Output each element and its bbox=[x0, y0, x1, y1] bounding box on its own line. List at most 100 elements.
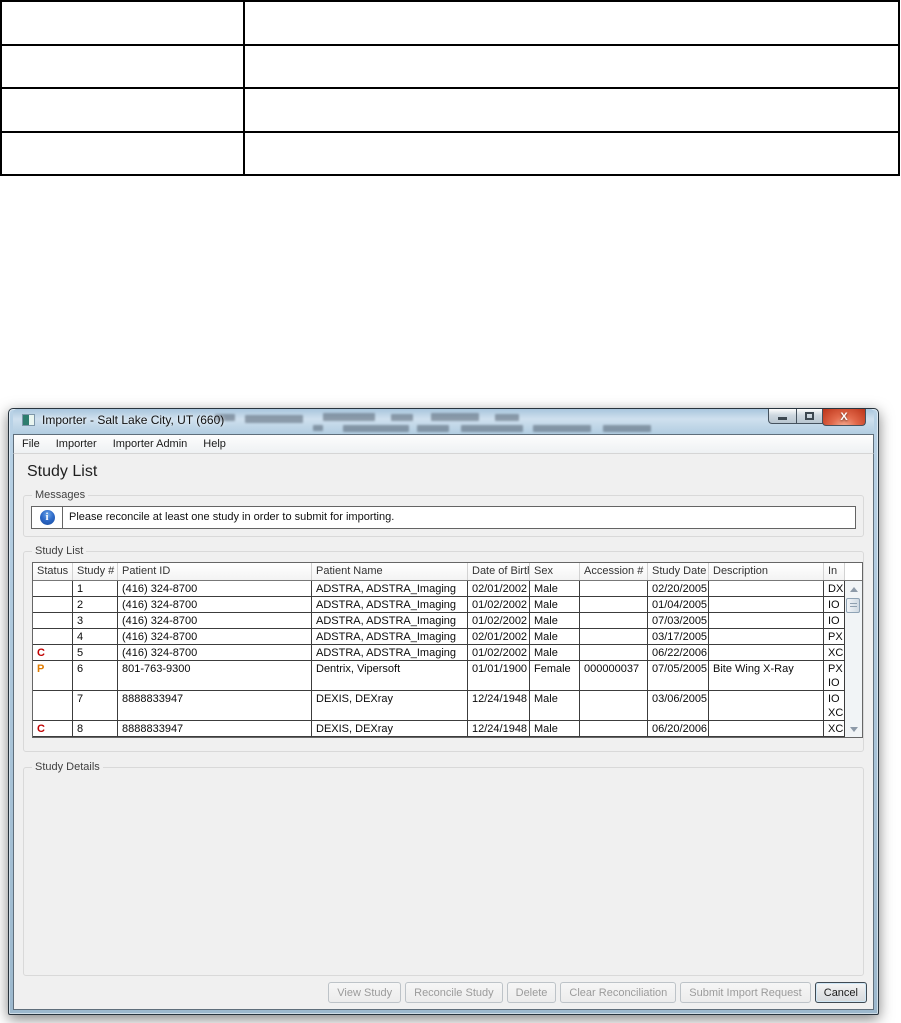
column-header-accession[interactable]: Accession # bbox=[580, 563, 648, 580]
scrollbar-down-icon bbox=[849, 726, 858, 732]
maximize-button[interactable] bbox=[796, 409, 823, 424]
message-bar: i Please reconcile at least one study in… bbox=[31, 506, 856, 529]
grid-main: Status Study # Patient ID Patient Name Date … bbox=[33, 563, 845, 737]
grid-row-study-4[interactable]: 4 (416) 324-8700 ADSTRA, ADSTRA_Imaging 02/… bbox=[33, 629, 845, 645]
grid-cell-patient_id: 801-763-9300 bbox=[118, 661, 312, 690]
grid-cell-patient_name: DEXIS, DEXray bbox=[312, 691, 468, 720]
scrollbar-up-button[interactable] bbox=[845, 582, 862, 596]
grid-cell-study_date: 03/17/2005 bbox=[648, 629, 709, 644]
grid-cell-status bbox=[33, 613, 73, 628]
grid-cell-patient_id: (416) 324-8700 bbox=[118, 629, 312, 644]
document-table-row bbox=[0, 43, 900, 89]
grid-cell-sex: Male bbox=[530, 721, 580, 736]
scrollbar-thumb[interactable] bbox=[846, 598, 860, 613]
grid-cell-study_date: 03/06/2005 bbox=[648, 691, 709, 720]
grid-cell-patient_name: ADSTRA, ADSTRA_Imaging bbox=[312, 645, 468, 660]
menu-item-importer[interactable]: Importer bbox=[48, 435, 105, 453]
grid-cell-study_num: 3 bbox=[73, 613, 118, 628]
grid-cell-dob: 02/01/2002 bbox=[468, 581, 530, 596]
column-header-description[interactable]: Description bbox=[709, 563, 824, 580]
grid-cell-status: P bbox=[33, 661, 73, 690]
column-header-in[interactable]: In bbox=[824, 563, 845, 580]
grid-row-study-7[interactable]: 7 8888833947 DEXIS, DEXray 12/24/1948 Male 03… bbox=[33, 691, 845, 721]
menu-item-help[interactable]: Help bbox=[195, 435, 234, 453]
grid-cell-patient_id: (416) 324-8700 bbox=[118, 581, 312, 596]
document-table-cell bbox=[0, 87, 245, 133]
study-details-group: Study Details bbox=[23, 761, 864, 976]
titlebar-blur-artifact bbox=[313, 425, 323, 431]
grid-cell-in: PX IO bbox=[824, 661, 845, 690]
titlebar-blur-artifact bbox=[245, 415, 303, 423]
grid-cell-study_num: 8 bbox=[73, 721, 118, 736]
clear-reconciliation-button[interactable]: Clear Reconciliation bbox=[560, 982, 677, 1003]
grid-row-study-6[interactable]: P 6 801-763-9300 Dentrix, Vipersoft 01/01/19… bbox=[33, 661, 845, 691]
scrollbar-header-spacer bbox=[845, 563, 862, 581]
grid-cell-sex: Male bbox=[530, 613, 580, 628]
document-table-cell bbox=[243, 130, 900, 176]
menu-item-file[interactable]: File bbox=[14, 435, 48, 453]
column-header-study-date[interactable]: Study Date bbox=[648, 563, 709, 580]
grid-cell-description bbox=[709, 645, 824, 660]
grid-cell-in: XC bbox=[824, 645, 845, 660]
document-table-row bbox=[0, 0, 900, 46]
titlebar[interactable]: Importer - Salt Lake City, UT (660) X bbox=[13, 409, 874, 434]
titlebar-blur-artifact bbox=[431, 413, 479, 421]
column-header-date-of-birth[interactable]: Date of Birth bbox=[468, 563, 530, 580]
grid-cell-patient_name: Dentrix, Vipersoft bbox=[312, 661, 468, 690]
grid-row-study-3[interactable]: 3 (416) 324-8700 ADSTRA, ADSTRA_Imaging 01/… bbox=[33, 613, 845, 629]
view-study-button[interactable]: View Study bbox=[328, 982, 402, 1003]
document-table-cell bbox=[243, 87, 900, 133]
app-icon bbox=[22, 414, 35, 426]
vertical-scrollbar[interactable] bbox=[845, 563, 862, 737]
page-title: Study List bbox=[27, 463, 98, 480]
document-table-cell bbox=[243, 43, 900, 89]
message-icon-cell: i bbox=[32, 507, 63, 528]
reconcile-study-button[interactable]: Reconcile Study bbox=[405, 982, 503, 1003]
grid-cell-accession bbox=[580, 629, 648, 644]
grid-cell-study_num: 4 bbox=[73, 629, 118, 644]
close-button[interactable]: X bbox=[822, 409, 866, 426]
grid-row-study-2[interactable]: 2 (416) 324-8700 ADSTRA, ADSTRA_Imaging 01/… bbox=[33, 597, 845, 613]
grid-row-study-8[interactable]: C 8 8888833947 DEXIS, DEXray 12/24/1948 Male 0… bbox=[33, 721, 845, 737]
grid-cell-patient_id: (416) 324-8700 bbox=[118, 597, 312, 612]
grid-cell-in: DX bbox=[824, 581, 845, 596]
grid-row-study-1[interactable]: 1 (416) 324-8700 ADSTRA, ADSTRA_Imaging 02/… bbox=[33, 581, 845, 597]
grid-cell-accession bbox=[580, 721, 648, 736]
grid-cell-sex: Male bbox=[530, 597, 580, 612]
grid-row-study-5[interactable]: C 5 (416) 324-8700 ADSTRA, ADSTRA_Imaging 01… bbox=[33, 645, 845, 661]
column-header-study[interactable]: Study # bbox=[73, 563, 118, 580]
grid-cell-dob: 01/01/1900 bbox=[468, 661, 530, 690]
titlebar-blur-artifact bbox=[391, 414, 413, 421]
info-icon: i bbox=[39, 510, 55, 525]
cancel-button[interactable]: Cancel bbox=[814, 982, 867, 1003]
grid-cell-accession bbox=[580, 691, 648, 720]
grid-cell-in: PX bbox=[824, 629, 845, 644]
column-header-patient-id[interactable]: Patient ID bbox=[118, 563, 312, 580]
grid-cell-study_num: 6 bbox=[73, 661, 118, 690]
grid-cell-accession bbox=[580, 581, 648, 596]
scrollbar-down-button[interactable] bbox=[845, 722, 862, 736]
grid-cell-study_date: 07/03/2005 bbox=[648, 613, 709, 628]
grid-cell-accession bbox=[580, 645, 648, 660]
grid-cell-patient_name: ADSTRA, ADSTRA_Imaging bbox=[312, 597, 468, 612]
titlebar-blur-artifact bbox=[533, 425, 591, 432]
submit-import-request-button[interactable]: Submit Import Request bbox=[680, 982, 811, 1003]
minimize-button[interactable] bbox=[768, 409, 797, 424]
grid-cell-in: IO XC bbox=[824, 691, 845, 720]
scrollbar-track[interactable] bbox=[845, 581, 862, 737]
column-header-sex[interactable]: Sex bbox=[530, 563, 580, 580]
maximize-icon bbox=[805, 412, 814, 420]
grid-cell-accession bbox=[580, 613, 648, 628]
menu-item-importer-admin[interactable]: Importer Admin bbox=[105, 435, 196, 453]
document-table-row bbox=[0, 130, 900, 176]
column-header-patient-name[interactable]: Patient Name bbox=[312, 563, 468, 580]
titlebar-blur-artifact bbox=[603, 425, 651, 432]
titlebar-blur-artifact bbox=[343, 425, 409, 432]
column-header-status[interactable]: Status bbox=[33, 563, 73, 580]
grid-cell-patient_name: ADSTRA, ADSTRA_Imaging bbox=[312, 629, 468, 644]
messages-group-label: Messages bbox=[32, 489, 89, 501]
titlebar-blur-artifact bbox=[461, 425, 523, 432]
delete-button[interactable]: Delete bbox=[506, 982, 557, 1003]
grid-cell-status: C bbox=[33, 645, 73, 660]
grid-cell-sex: Male bbox=[530, 691, 580, 720]
